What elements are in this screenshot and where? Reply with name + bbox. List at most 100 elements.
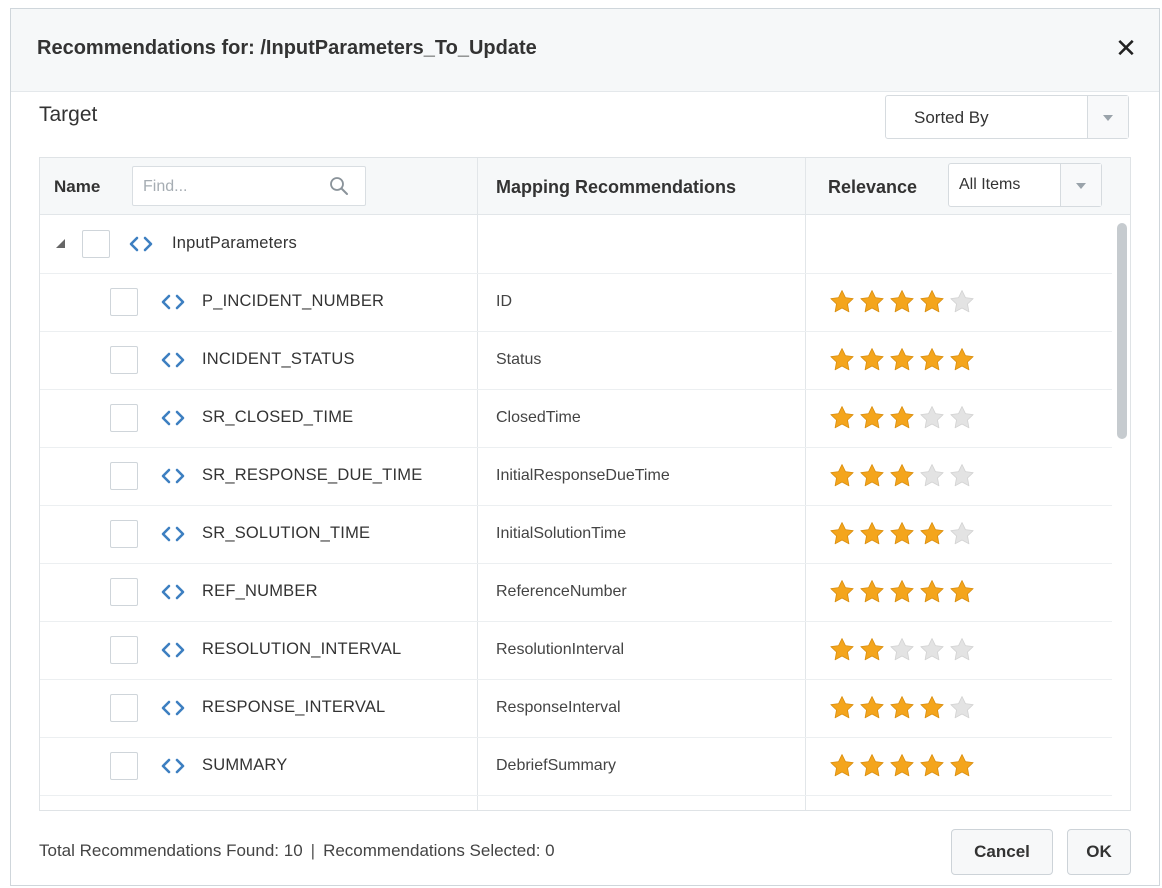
row-checkbox[interactable] <box>110 520 138 548</box>
star-filled-icon <box>890 406 914 429</box>
row-checkbox[interactable] <box>110 694 138 722</box>
relevance-stars <box>828 462 978 490</box>
star-filled-icon <box>860 522 884 545</box>
table-row[interactable]: SR_CLOSED_TIME ClosedTime <box>40 389 1112 448</box>
footer-status: Total Recommendations Found: 10 | Recommen… <box>39 841 555 861</box>
code-brackets-icon <box>161 526 185 542</box>
star-filled-icon <box>860 406 884 429</box>
relevance-cell <box>806 215 1116 273</box>
star-empty-icon <box>950 464 974 487</box>
chevron-down-icon <box>1076 183 1086 189</box>
row-checkbox[interactable] <box>82 230 110 258</box>
parameter-group-name: InputParameters <box>172 234 297 252</box>
star-filled-icon <box>830 406 854 429</box>
parameter-name: SR_CLOSED_TIME <box>202 408 354 426</box>
star-empty-icon <box>950 522 974 545</box>
close-icon[interactable]: ✕ <box>1111 33 1141 63</box>
relevance-filter-dropdown-button[interactable] <box>1060 164 1101 206</box>
star-empty-icon <box>950 290 974 313</box>
star-filled-icon <box>860 348 884 371</box>
relevance-cell <box>806 273 1116 331</box>
relevance-stars <box>828 520 978 548</box>
mapping-cell: InitialSolutionTime <box>478 505 805 563</box>
search-icon[interactable] <box>329 176 349 196</box>
star-filled-icon <box>920 290 944 313</box>
star-filled-icon <box>830 638 854 661</box>
parameter-name: REF_NUMBER <box>202 582 318 600</box>
mapping-cell: InitialResponseDueTime <box>478 447 805 505</box>
star-filled-icon <box>950 580 974 603</box>
mapping-recommendation: ID <box>496 293 512 310</box>
total-recommendations-text: Total Recommendations Found: 10 <box>39 841 303 860</box>
name-cell: SR_RESPONSE_DUE_TIME <box>40 447 477 505</box>
relevance-cell <box>806 563 1116 621</box>
row-checkbox[interactable] <box>110 578 138 606</box>
star-filled-icon <box>830 580 854 603</box>
star-filled-icon <box>830 696 854 719</box>
find-field[interactable] <box>132 166 366 206</box>
mapping-cell <box>478 215 805 273</box>
row-checkbox[interactable] <box>110 404 138 432</box>
mapping-cell: ReferenceNumber <box>478 563 805 621</box>
mapping-cell: ClosedTime <box>478 389 805 447</box>
table-row[interactable]: RESOLUTION_INTERVAL ResolutionInterval <box>40 621 1112 680</box>
relevance-cell <box>806 447 1116 505</box>
find-input[interactable] <box>141 173 315 201</box>
row-checkbox[interactable] <box>110 462 138 490</box>
relevance-filter-select[interactable]: All Items <box>948 163 1102 207</box>
relevance-cell <box>806 679 1116 737</box>
star-filled-icon <box>890 348 914 371</box>
table-row[interactable]: RESPONSE_INTERVAL ResponseInterval <box>40 679 1112 738</box>
expanded-triangle-icon[interactable] <box>56 239 65 248</box>
relevance-stars <box>828 288 978 316</box>
star-filled-icon <box>830 290 854 313</box>
code-brackets-icon <box>161 468 185 484</box>
table-row[interactable]: SR_RESPONSE_DUE_TIME InitialResponseDueTi… <box>40 447 1112 506</box>
row-checkbox[interactable] <box>110 636 138 664</box>
star-empty-icon <box>950 696 974 719</box>
mapping-recommendation: ClosedTime <box>496 409 581 426</box>
sorted-by-dropdown-button[interactable] <box>1087 96 1128 138</box>
mapping-cell: Status <box>478 331 805 389</box>
table-row[interactable]: SR_SOLUTION_TIME InitialSolutionTime <box>40 505 1112 564</box>
vertical-scrollbar[interactable] <box>1114 215 1130 810</box>
star-filled-icon <box>890 522 914 545</box>
mapping-recommendation: DebriefSummary <box>496 757 617 774</box>
relevance-stars <box>828 578 978 606</box>
mapping-cell: ID <box>478 273 805 331</box>
row-checkbox[interactable] <box>110 288 138 316</box>
relevance-cell <box>806 389 1116 447</box>
parameter-name: P_INCIDENT_NUMBER <box>202 292 385 310</box>
scrollbar-thumb[interactable] <box>1117 223 1127 439</box>
target-label: Target <box>39 103 98 126</box>
cancel-button[interactable]: Cancel <box>951 829 1053 875</box>
star-filled-icon <box>920 580 944 603</box>
star-filled-icon <box>920 696 944 719</box>
star-empty-icon <box>950 638 974 661</box>
code-brackets-icon <box>161 352 185 368</box>
star-filled-icon <box>950 754 974 777</box>
recommendations-dialog: Recommendations for: /InputParameters_To… <box>10 8 1160 886</box>
selected-recommendations-text: Recommendations Selected: 0 <box>323 841 555 860</box>
star-filled-icon <box>860 754 884 777</box>
row-checkbox[interactable] <box>110 752 138 780</box>
star-filled-icon <box>890 754 914 777</box>
star-filled-icon <box>920 522 944 545</box>
status-separator: | <box>310 841 316 860</box>
star-filled-icon <box>950 348 974 371</box>
code-brackets-icon <box>161 758 185 774</box>
table-row[interactable]: REF_NUMBER ReferenceNumber <box>40 563 1112 622</box>
name-cell: RESOLUTION_INTERVAL <box>40 621 477 679</box>
table-row[interactable]: P_INCIDENT_NUMBER ID <box>40 273 1112 332</box>
mapping-cell: DebriefSummary <box>478 737 805 795</box>
ok-button[interactable]: OK <box>1067 829 1131 875</box>
parameter-name: SR_RESPONSE_DUE_TIME <box>202 466 423 484</box>
star-empty-icon <box>920 406 944 429</box>
table-row[interactable]: INCIDENT_STATUS Status <box>40 331 1112 390</box>
mapping-recommendation: InitialSolutionTime <box>496 525 627 542</box>
star-filled-icon <box>860 696 884 719</box>
star-filled-icon <box>920 754 944 777</box>
table-row[interactable]: SUMMARY DebriefSummary <box>40 737 1112 796</box>
sorted-by-select[interactable]: Sorted By <box>885 95 1129 139</box>
row-checkbox[interactable] <box>110 346 138 374</box>
